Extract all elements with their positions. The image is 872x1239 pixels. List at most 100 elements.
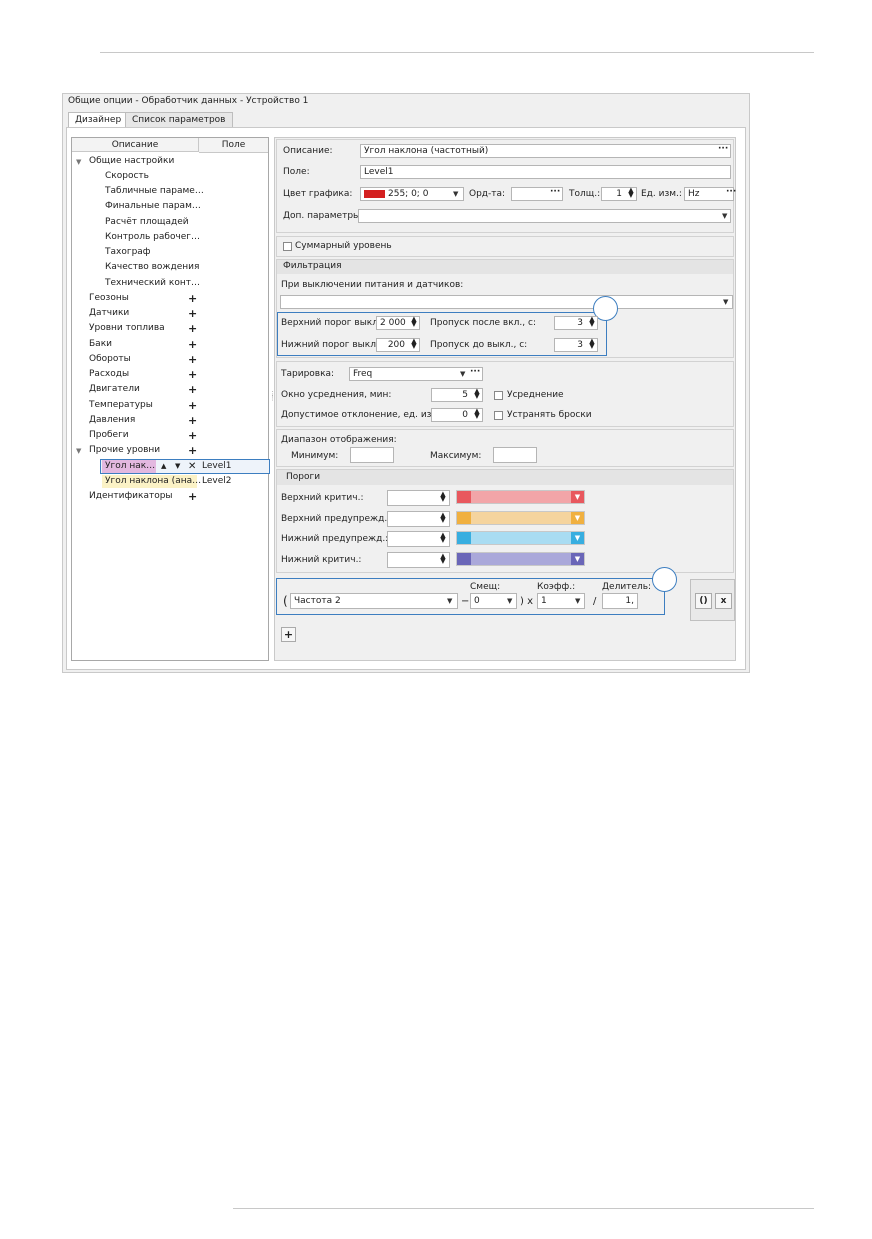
add-icon[interactable]: + [188, 382, 197, 397]
move-down-icon[interactable]: ▼ [175, 462, 180, 470]
add-icon[interactable]: + [188, 428, 197, 443]
remove-icon[interactable]: ✕ [188, 459, 196, 474]
tree-item-temperatures[interactable]: Температуры [89, 398, 153, 413]
add-icon[interactable]: + [188, 489, 197, 504]
lower-off-value: 200 [387, 340, 405, 350]
tree-item-tilt-angle-analog[interactable]: Угол наклона (ана… [105, 474, 201, 489]
tab-parameter-list[interactable]: Список параметров [125, 112, 233, 127]
spinner-icon[interactable]: ▲ ▼ [439, 491, 447, 503]
add-icon[interactable]: + [188, 321, 197, 336]
tree-item-tech-control[interactable]: Технический конт… [105, 276, 200, 291]
power-off-dropdown[interactable] [280, 295, 733, 309]
spinner-icon[interactable]: ▲ ▼ [473, 388, 481, 400]
spinner-icon[interactable]: ▲ ▼ [627, 187, 635, 199]
add-formula-button[interactable]: + [281, 627, 296, 642]
calibration-value: Freq [353, 369, 373, 379]
tree-item-tilt-angle-freq[interactable]: Угол нак… [105, 459, 155, 474]
dropdown-arrow-icon[interactable]: ▼ [507, 597, 512, 605]
tree-item-table-params[interactable]: Табличные параме… [105, 184, 204, 199]
add-icon[interactable]: + [188, 443, 197, 458]
dropdown-arrow-icon[interactable]: ▼ [447, 597, 452, 605]
spinner-icon[interactable]: ▲ ▼ [439, 553, 447, 565]
extra-params-dropdown[interactable] [358, 209, 731, 223]
tree-item-consumption[interactable]: Расходы [89, 367, 129, 382]
tree-item-identifiers[interactable]: Идентификаторы [89, 489, 173, 504]
tree-item-area-calc[interactable]: Расчёт площадей [105, 215, 189, 230]
spinner-icon[interactable]: ▲ ▼ [588, 338, 596, 350]
remove-spikes-label: Устранять броски [507, 410, 592, 420]
dropdown-arrow-icon[interactable]: ▼ [453, 190, 458, 198]
spinner-icon[interactable]: ▲ ▼ [439, 532, 447, 544]
threshold-color-picker[interactable] [456, 511, 585, 525]
spinner-icon[interactable]: ▲ ▼ [410, 316, 418, 328]
add-icon[interactable]: + [188, 337, 197, 352]
dropdown-arrow-icon[interactable]: ▼ [571, 553, 584, 565]
min-field[interactable] [350, 447, 394, 463]
tree-item-tanks[interactable]: Баки [89, 337, 112, 352]
lower-off-label: Нижний порог выкл.: [281, 340, 382, 350]
add-icon[interactable]: + [188, 306, 197, 321]
tree-item-other-levels[interactable]: Прочие уровни [89, 443, 160, 458]
averaging-checkbox[interactable] [494, 391, 503, 400]
dropdown-arrow-icon[interactable]: ▼ [571, 512, 584, 524]
tree-item-general[interactable]: Общие настройки [89, 154, 174, 169]
add-icon[interactable]: + [188, 367, 197, 382]
divider-field[interactable]: 1, [602, 593, 638, 609]
dropdown-arrow-icon[interactable]: ▼ [460, 370, 465, 378]
tree-item-fuel-levels[interactable]: Уровни топлива [89, 321, 165, 336]
max-field[interactable] [493, 447, 537, 463]
dropdown-arrow-icon[interactable]: ▼ [575, 597, 580, 605]
tree-item-speed[interactable]: Скорость [105, 169, 149, 184]
tree-item-engines[interactable]: Двигатели [89, 382, 140, 397]
parens-button[interactable]: () [695, 593, 712, 609]
threshold-color-picker[interactable] [456, 552, 585, 566]
collapse-icon[interactable]: ▼ [76, 447, 81, 455]
tree-column-description[interactable]: Описание [72, 138, 199, 152]
page-bottom-rule [233, 1208, 814, 1209]
spinner-icon[interactable]: ▲ ▼ [439, 512, 447, 524]
tree-item-pressures[interactable]: Давления [89, 413, 135, 428]
remove-spikes-checkbox[interactable] [494, 411, 503, 420]
spinner-icon[interactable]: ▲ ▼ [410, 338, 418, 350]
source-dropdown[interactable]: Частота 2 [290, 593, 458, 609]
dropdown-arrow-icon[interactable]: ▼ [571, 491, 584, 503]
more-icon[interactable]: ··· [718, 144, 728, 154]
tree-item-final-params[interactable]: Финальные парам… [105, 199, 201, 214]
tab-designer[interactable]: Дизайнер [68, 112, 129, 127]
upper-off-label: Верхний порог выкл.: [281, 318, 384, 328]
threshold-color-picker[interactable] [456, 531, 585, 545]
minus-sign: − [461, 596, 470, 607]
tree-item-tachograph[interactable]: Тахограф [105, 245, 151, 260]
add-icon[interactable]: + [188, 291, 197, 306]
thresholds-title: Пороги [286, 472, 321, 482]
tree-item-work-control[interactable]: Контроль рабочег… [105, 230, 200, 245]
more-icon[interactable]: ··· [550, 187, 560, 197]
collapse-icon[interactable]: ▼ [76, 158, 81, 166]
field-input[interactable]: Level1 [360, 165, 731, 179]
tree-column-field[interactable]: Поле [199, 138, 268, 153]
tree-item-driving-quality[interactable]: Качество вождения [105, 260, 199, 275]
spinner-icon[interactable]: ▲ ▼ [588, 316, 596, 328]
description-field[interactable]: Угол наклона (частотный) [360, 144, 731, 158]
add-icon[interactable]: + [188, 398, 197, 413]
move-up-icon[interactable]: ▲ [161, 462, 166, 470]
tree-item-mileage[interactable]: Пробеги [89, 428, 129, 443]
dropdown-arrow-icon[interactable]: ▼ [722, 212, 727, 220]
tree-item-rpm[interactable]: Обороты [89, 352, 131, 367]
sum-level-checkbox[interactable] [283, 242, 292, 251]
dropdown-arrow-icon[interactable]: ▼ [723, 298, 728, 306]
offset-value: 0 [474, 596, 480, 606]
dropdown-arrow-icon[interactable]: ▼ [571, 532, 584, 544]
more-icon[interactable]: ··· [470, 367, 480, 377]
add-icon[interactable]: + [188, 352, 197, 367]
power-off-label: При выключении питания и датчиков: [281, 280, 464, 290]
add-icon[interactable]: + [188, 413, 197, 428]
spinner-icon[interactable]: ▲ ▼ [473, 408, 481, 420]
tree-item-geozones[interactable]: Геозоны [89, 291, 129, 306]
more-icon[interactable]: ··· [726, 187, 736, 197]
remove-formula-button[interactable]: x [715, 593, 732, 609]
threshold-color-picker[interactable] [456, 490, 585, 504]
skip-before-value: 3 [577, 340, 583, 350]
tree-item-sensors[interactable]: Датчики [89, 306, 129, 321]
divide-sign: / [593, 596, 597, 607]
